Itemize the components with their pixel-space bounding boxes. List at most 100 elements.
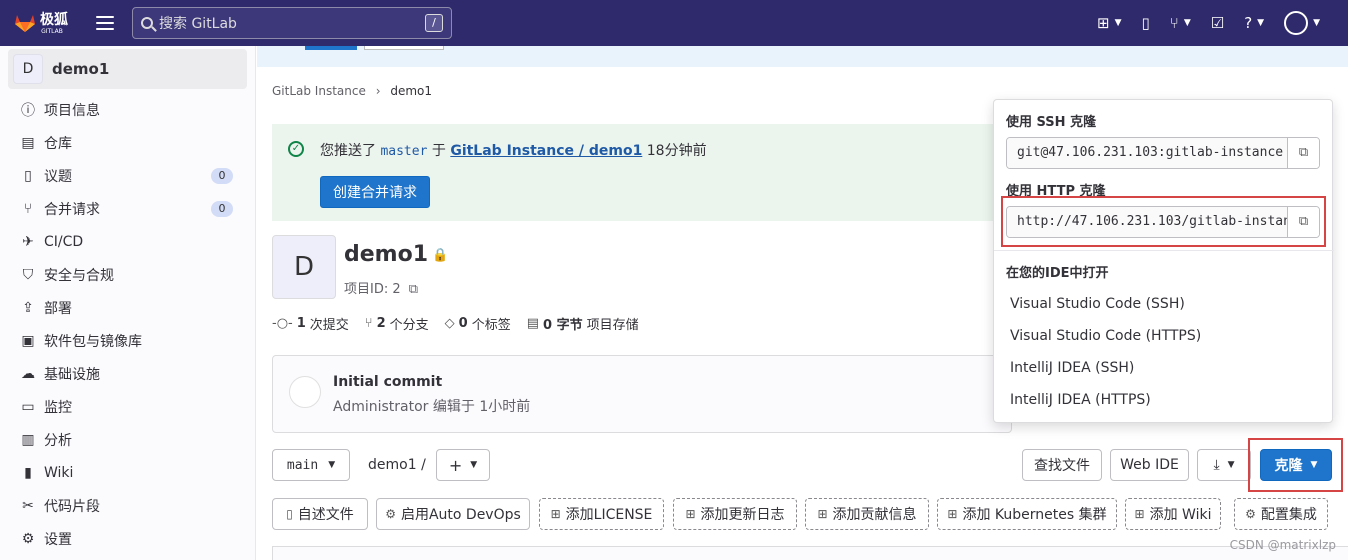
breadcrumb-separator-icon: › (375, 84, 381, 98)
banner-secondary-button[interactable] (364, 46, 444, 50)
copy-id-icon[interactable]: ⧉ (409, 282, 418, 297)
breadcrumb-root[interactable]: GitLab Instance (272, 84, 366, 98)
copy-ssh-url-icon[interactable]: ⧉ (1287, 138, 1319, 168)
stat-storage-label: 项目存储 (586, 318, 639, 333)
sidebar-item-issues[interactable]: ▯ 议题 0 (0, 159, 255, 192)
find-file-button[interactable]: 查找文件 (1022, 449, 1102, 481)
commit-meta: Administrator 编辑于 1小时前 (333, 396, 530, 416)
stat-storage[interactable]: ▤ 0 字节 项目存储 (527, 314, 639, 333)
sidebar-item-label: 合并请求 (44, 201, 100, 218)
highlight-box-http (1001, 196, 1326, 247)
todos-shortcut[interactable]: ☑ (1211, 14, 1224, 32)
stat-commits-label: 次提交 (309, 318, 349, 333)
sidebar-item-repository[interactable]: ▤ 仓库 (0, 126, 255, 159)
open-intellij-https[interactable]: IntelliJ IDEA (HTTPS) (1010, 392, 1151, 408)
chevron-down-icon: ▼ (470, 460, 478, 470)
open-vscode-ssh[interactable]: Visual Studio Code (SSH) (1010, 296, 1185, 312)
highlight-box-clone (1248, 438, 1343, 492)
download-dropdown[interactable]: ⤓ ▼ (1197, 449, 1251, 481)
project-id: 项目ID: 2 ⧉ (344, 278, 418, 297)
sidebar-item-label: 项目信息 (44, 102, 100, 119)
stat-commits-value: 1 (296, 316, 306, 331)
search-input[interactable]: 搜索 GitLab / (132, 7, 452, 39)
sidebar-item-analytics[interactable]: ▥ 分析 (0, 423, 255, 456)
banner-primary-button[interactable] (305, 46, 357, 50)
doc-icon: ▤ (21, 134, 35, 151)
project-id-text: 项目ID: 2 (344, 282, 401, 297)
gear-icon: ⚙ (1245, 507, 1256, 521)
sidebar-item-project-info[interactable]: ⓘ 项目信息 (0, 93, 255, 126)
ssh-clone-field[interactable]: git@47.106.231.103:gitlab-instance ⧉ (1006, 137, 1320, 169)
sidebar-project-header[interactable]: D demo1 (8, 49, 247, 89)
chevron-down-icon: ▼ (1313, 18, 1320, 28)
add-license-button[interactable]: ⊞ 添加LICENSE (539, 498, 664, 530)
new-dropdown[interactable]: ⊞ ▼ (1097, 14, 1122, 32)
alert-prefix: 您推送了 (320, 143, 376, 159)
stat-commits[interactable]: -○- 1 次提交 (272, 314, 349, 333)
ssh-clone-url[interactable]: git@47.106.231.103:gitlab-instance (1007, 138, 1287, 168)
add-contributing-button[interactable]: ⊞ 添加贡献信息 (805, 498, 929, 530)
commit-icon: -○- (272, 316, 293, 331)
configure-integrations-button[interactable]: ⚙ 配置集成 (1234, 498, 1328, 530)
sidebar-item-label: Wiki (44, 464, 74, 481)
clone-dropdown-menu: 使用 SSH 克隆 git@47.106.231.103:gitlab-inst… (993, 99, 1334, 423)
action-label: 添加更新日志 (700, 507, 785, 523)
gear-icon: ⚙ (385, 507, 396, 521)
help-dropdown[interactable]: ? ▼ (1244, 14, 1264, 32)
stat-branches[interactable]: ⑂ 2 个分支 (365, 314, 429, 333)
stat-storage-value: 0 字节 (543, 318, 583, 333)
sidebar-item-label: 分析 (44, 432, 72, 449)
stat-tags[interactable]: ◇ 0 个标签 (445, 314, 511, 333)
sidebar-item-snippets[interactable]: ✂ 代码片段 (0, 489, 255, 522)
web-ide-button[interactable]: Web IDE (1110, 449, 1189, 481)
search-icon (141, 17, 153, 29)
plus-square-icon: ⊞ (947, 507, 958, 521)
merge-request-icon: ⑂ (23, 200, 33, 217)
add-changelog-button[interactable]: ⊞ 添加更新日志 (673, 498, 797, 530)
chevron-down-icon: ▼ (1114, 18, 1122, 28)
plus-square-icon: ⊞ (1134, 507, 1145, 521)
commit-author[interactable]: Administrator (333, 399, 428, 415)
merge-requests-dropdown[interactable]: ⑂ ▼ (1170, 14, 1191, 32)
sidebar-item-settings[interactable]: ⚙ 设置 (0, 522, 255, 555)
add-wiki-button[interactable]: ⊞ 添加 Wiki (1125, 498, 1221, 530)
issues-shortcut[interactable]: ▯ (1142, 14, 1150, 32)
gear-icon: ⚙ (21, 530, 35, 547)
stat-branches-value: 2 (376, 316, 386, 331)
action-label: 添加 Wiki (1149, 507, 1212, 523)
lock-icon: 🔒 (432, 247, 449, 263)
sidebar-item-monitor[interactable]: ▭ 监控 (0, 390, 255, 423)
breadcrumb-current[interactable]: demo1 (390, 84, 432, 98)
sidebar-item-cicd[interactable]: ✈ CI/CD (0, 225, 255, 258)
readme-button[interactable]: ▯ 自述文件 (272, 498, 368, 530)
add-file-dropdown[interactable]: + ▼ (436, 449, 490, 481)
user-menu[interactable]: ▼ (1284, 11, 1320, 35)
merge-requests-count-badge: 0 (211, 201, 233, 217)
chart-icon: ▥ (21, 431, 35, 448)
open-intellij-ssh[interactable]: IntelliJ IDEA (SSH) (1010, 360, 1134, 376)
auto-devops-button[interactable]: ⚙ 启用Auto DevOps (376, 498, 530, 530)
menu-icon[interactable] (96, 16, 114, 30)
open-vscode-https[interactable]: Visual Studio Code (HTTPS) (1010, 328, 1201, 344)
alert-project-link[interactable]: GitLab Instance / demo1 (450, 143, 642, 159)
sidebar-item-packages[interactable]: ▣ 软件包与镜像库 (0, 324, 255, 357)
sidebar-item-infrastructure[interactable]: ☁ 基础设施 (0, 357, 255, 390)
sidebar-item-deployments[interactable]: ⇪ 部署 (0, 291, 255, 324)
download-icon: ⤓ (1213, 457, 1220, 473)
branch-selector[interactable]: main ▼ (272, 449, 350, 481)
sidebar-item-label: 议题 (44, 168, 72, 185)
gitlab-logo[interactable]: 极狐 GITLAB (14, 12, 84, 35)
add-kubernetes-button[interactable]: ⊞ 添加 Kubernetes 集群 (937, 498, 1117, 530)
create-merge-request-button[interactable]: 创建合并请求 (320, 176, 430, 208)
repo-path-root[interactable]: demo1 (368, 457, 417, 473)
project-avatar: D (13, 54, 43, 84)
commit-title[interactable]: Initial commit (333, 374, 442, 390)
action-label: 配置集成 (1260, 507, 1317, 523)
watermark: CSDN @matrixlzp (1229, 538, 1336, 552)
rocket-icon: ✈ (22, 233, 34, 250)
push-alert: ✓ 您推送了 master 于 GitLab Instance / demo1 … (272, 124, 1012, 221)
sidebar-item-wiki[interactable]: ▮ Wiki (0, 456, 255, 489)
plus-square-icon: ⊞ (817, 507, 828, 521)
sidebar-item-security[interactable]: ⛉ 安全与合规 (0, 258, 255, 291)
sidebar-item-merge-requests[interactable]: ⑂ 合并请求 0 (0, 192, 255, 225)
